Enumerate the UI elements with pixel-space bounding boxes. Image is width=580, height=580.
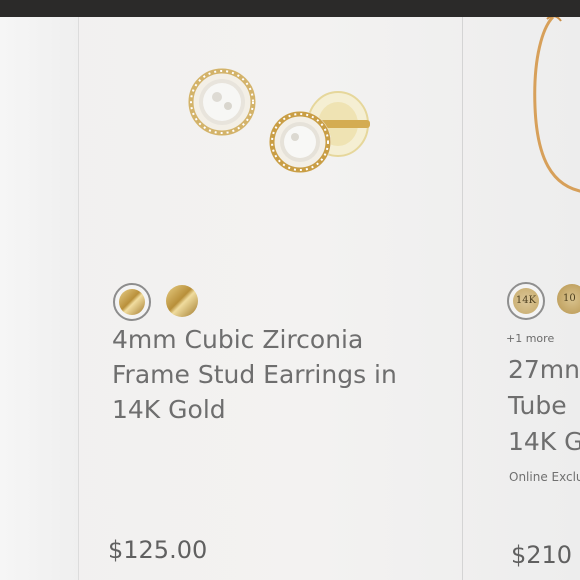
title-line: Tube <box>508 391 567 420</box>
browser-top-bar <box>0 0 580 17</box>
online-exclusive-badge: Online Exclu <box>509 470 580 484</box>
product-title[interactable]: 4mm Cubic Zirconia Frame Stud Earrings i… <box>112 322 432 427</box>
product-image-hoop-earring[interactable] <box>525 17 580 197</box>
card-divider <box>462 17 463 580</box>
swatch-gold[interactable] <box>166 285 198 317</box>
product-title-2[interactable]: 27mn Tube 14K G <box>508 352 580 460</box>
previous-product-card-edge <box>0 17 79 580</box>
earring-front-view <box>188 68 256 136</box>
swatch-label: 14K <box>513 288 539 314</box>
title-line: 14K G <box>508 427 580 456</box>
title-line: 27mn <box>508 355 580 384</box>
product-image-stud-earrings[interactable] <box>170 60 400 190</box>
product-price-2: $210 <box>511 541 573 569</box>
swatch-14k-gold-selected[interactable] <box>113 283 151 321</box>
swatch-10k[interactable]: 10 <box>557 284 580 314</box>
earring-side-view <box>269 91 370 173</box>
gold-swatch-icon <box>119 289 145 315</box>
swatch-14k-selected[interactable]: 14K <box>507 282 545 320</box>
product-price: $125.00 <box>108 536 208 564</box>
more-options-link[interactable]: +1 more <box>506 332 554 345</box>
